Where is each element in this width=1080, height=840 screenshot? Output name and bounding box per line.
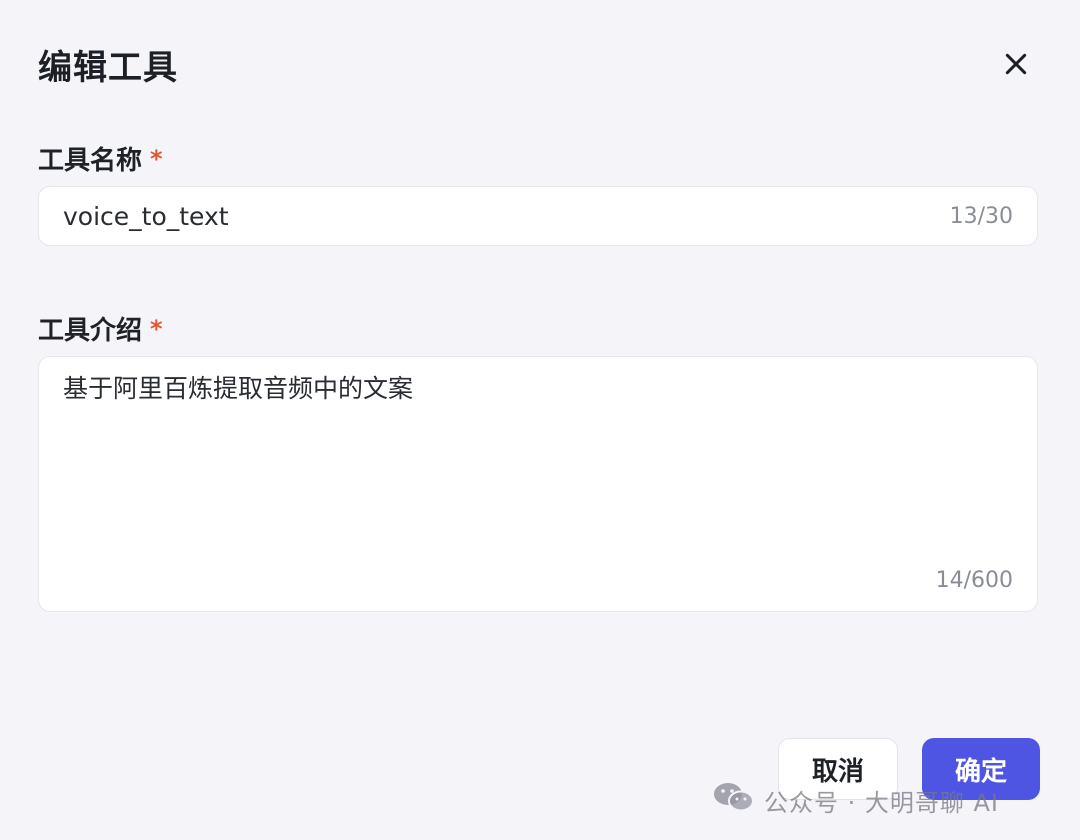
required-mark: * xyxy=(150,314,163,343)
tool-name-label-text: 工具名称 xyxy=(38,146,143,176)
watermark: 公众号 · 大明哥聊 AI xyxy=(712,780,999,820)
dialog-title: 编辑工具 xyxy=(38,48,178,88)
tool-name-value[interactable]: voice_to_text xyxy=(63,202,950,231)
required-mark: * xyxy=(150,144,163,173)
edit-tool-dialog: 编辑工具 工具名称 * voice_to_text 13/30 工具介绍 * 基… xyxy=(0,0,1080,840)
tool-name-counter: 13/30 xyxy=(949,203,1013,229)
tool-description-value[interactable]: 基于阿里百炼提取音频中的文案 xyxy=(63,371,1013,407)
close-button[interactable] xyxy=(996,46,1036,86)
close-icon xyxy=(1003,51,1029,81)
tool-description-label-text: 工具介绍 xyxy=(38,316,143,346)
tool-description-counter: 14/600 xyxy=(935,568,1013,593)
watermark-text: 公众号 · 大明哥聊 AI xyxy=(764,788,1000,817)
tool-description-label: 工具介绍 * xyxy=(38,310,163,347)
tool-description-textarea[interactable]: 基于阿里百炼提取音频中的文案 14/600 xyxy=(38,356,1038,612)
tool-name-input[interactable]: voice_to_text 13/30 xyxy=(38,186,1038,246)
wechat-icon xyxy=(712,780,764,820)
tool-name-label: 工具名称 * xyxy=(38,140,163,177)
